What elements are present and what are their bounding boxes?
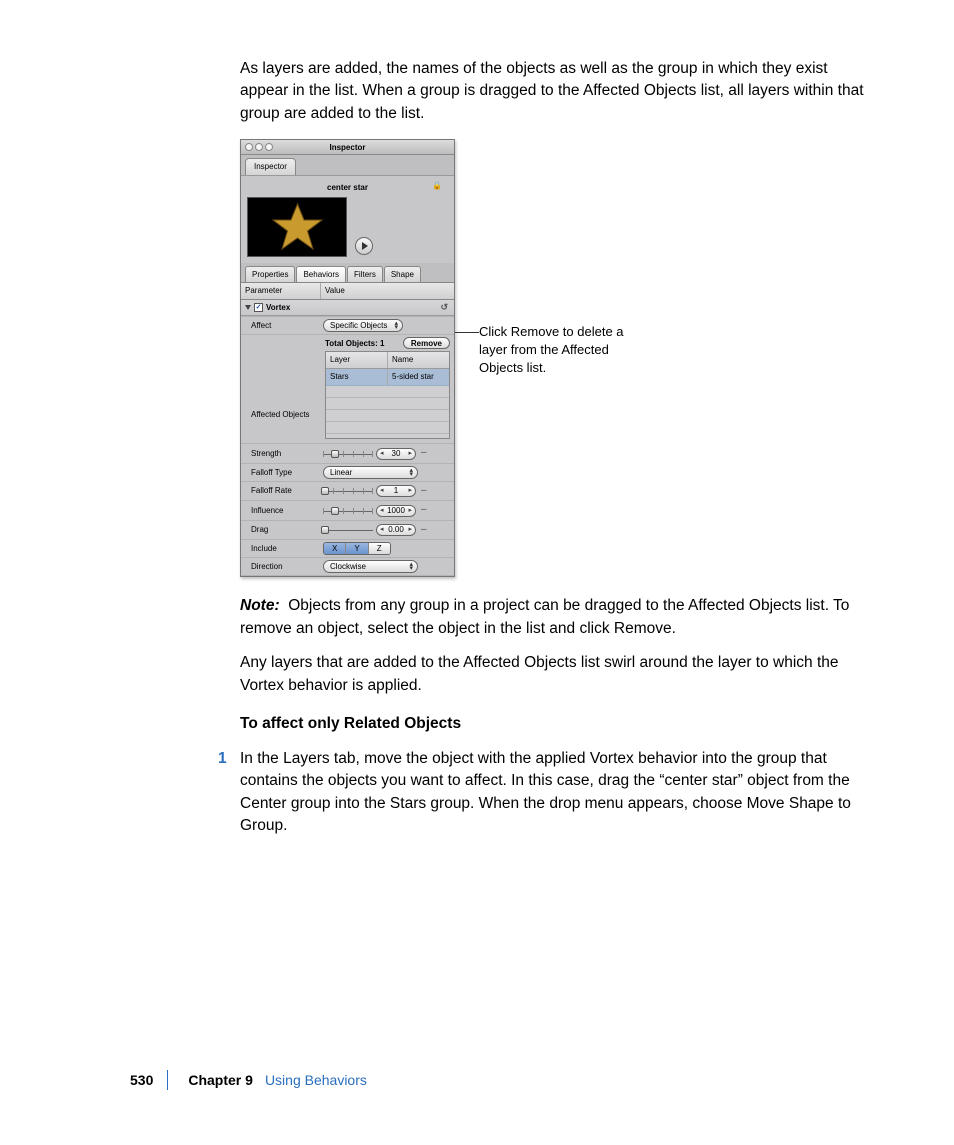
window-titlebar: Inspector <box>241 140 454 155</box>
label-drag: Drag <box>241 522 321 538</box>
param-menu-icon[interactable]: – <box>419 503 429 518</box>
chapter-label: Chapter 9 <box>188 1070 253 1090</box>
axis-z[interactable]: Z <box>369 543 390 554</box>
col-name: Name <box>388 352 449 368</box>
label-affect: Affect <box>241 318 321 334</box>
label-strength: Strength <box>241 446 321 462</box>
column-parameter: Parameter <box>241 283 321 299</box>
window-title: Inspector <box>241 142 454 154</box>
intro-paragraph: As layers are added, the names of the ob… <box>240 58 875 125</box>
param-menu-icon[interactable]: – <box>419 446 429 461</box>
slider-strength[interactable] <box>323 448 373 460</box>
param-menu-icon[interactable]: – <box>419 484 429 499</box>
note-label: Note: <box>240 597 280 614</box>
dropdown-falloff-type-value: Linear <box>330 467 352 479</box>
chapter-title: Using Behaviors <box>265 1070 367 1090</box>
tab-behaviors[interactable]: Behaviors <box>296 266 346 283</box>
behavior-group-vortex[interactable]: ✓ Vortex ↺ <box>241 300 454 317</box>
stepper-strength[interactable]: 30 <box>376 448 416 460</box>
tab-filters[interactable]: Filters <box>347 266 383 283</box>
paragraph-swirl: Any layers that are added to the Affecte… <box>240 652 875 697</box>
star-icon <box>270 202 325 252</box>
table-row[interactable]: Stars 5-sided star <box>326 369 449 386</box>
tab-properties[interactable]: Properties <box>245 266 295 283</box>
dropdown-falloff-type[interactable]: Linear ▴▾ <box>323 466 418 479</box>
group-label: Vortex <box>266 302 290 314</box>
step-1: 1 In the Layers tab, move the object wit… <box>240 748 875 838</box>
step-number: 1 <box>218 748 227 770</box>
axis-y[interactable]: Y <box>346 543 368 554</box>
lock-icon[interactable]: 🔒 <box>432 180 442 192</box>
param-menu-icon[interactable]: – <box>419 523 429 538</box>
stepper-falloff-rate-value: 1 <box>394 485 398 497</box>
axis-x[interactable]: X <box>324 543 346 554</box>
cell-name: 5-sided star <box>388 369 449 385</box>
step-body: In the Layers tab, move the object with … <box>240 750 851 834</box>
label-falloff-rate: Falloff Rate <box>241 483 321 499</box>
note-body: Objects from any group in a project can … <box>240 597 849 636</box>
affected-objects-table[interactable]: Layer Name Stars 5-sided star <box>325 351 450 439</box>
label-influence: Influence <box>241 503 321 519</box>
callout-remove: Click Remove to delete a layer from the … <box>479 323 639 376</box>
preview-thumbnail <box>247 197 347 257</box>
slider-influence[interactable] <box>323 505 373 517</box>
dropdown-direction[interactable]: Clockwise ▴▾ <box>323 560 418 573</box>
label-direction: Direction <box>241 559 321 575</box>
label-include: Include <box>241 541 321 557</box>
stepper-falloff-rate[interactable]: 1 <box>376 485 416 497</box>
dropdown-affect-value: Specific Objects <box>330 320 387 332</box>
page-number: 530 <box>130 1070 153 1090</box>
play-icon <box>362 242 368 250</box>
stepper-influence-value: 1000 <box>387 505 405 517</box>
remove-button[interactable]: Remove <box>403 337 450 349</box>
column-value: Value <box>321 283 454 299</box>
stepper-influence[interactable]: 1000 <box>376 505 416 517</box>
total-objects-label: Total Objects: 1 <box>325 338 384 350</box>
enable-checkbox[interactable]: ✓ <box>254 303 263 312</box>
label-affected-objects: Affected Objects <box>241 357 321 423</box>
include-axes[interactable]: X Y Z <box>323 542 391 555</box>
step-heading: To affect only Related Objects <box>240 713 875 735</box>
col-layer: Layer <box>326 352 388 368</box>
label-falloff-type: Falloff Type <box>241 465 321 481</box>
stepper-drag-value: 0.00 <box>388 524 404 536</box>
dropdown-affect[interactable]: Specific Objects ▴▾ <box>323 319 403 332</box>
dropdown-direction-value: Clockwise <box>330 561 366 573</box>
callout-text: Click Remove to delete a layer from the … <box>479 324 624 374</box>
slider-falloff-rate[interactable] <box>323 485 373 497</box>
page-footer: 530 Chapter 9 Using Behaviors <box>130 1070 367 1090</box>
slider-drag[interactable] <box>323 524 373 536</box>
tab-inspector[interactable]: Inspector <box>245 158 296 175</box>
cell-layer: Stars <box>326 369 388 385</box>
figure-inspector: Inspector Inspector center star 🔒 <box>240 139 875 577</box>
tab-shape[interactable]: Shape <box>384 266 421 283</box>
reset-icon[interactable]: ↺ <box>440 301 448 314</box>
object-name: center star <box>327 183 368 192</box>
note-paragraph: Note: Objects from any group in a projec… <box>240 595 875 640</box>
stepper-strength-value: 30 <box>392 448 401 460</box>
inspector-panel: Inspector Inspector center star 🔒 <box>240 139 455 577</box>
disclosure-icon[interactable] <box>245 305 251 310</box>
stepper-drag[interactable]: 0.00 <box>376 524 416 536</box>
play-button[interactable] <box>355 237 373 255</box>
